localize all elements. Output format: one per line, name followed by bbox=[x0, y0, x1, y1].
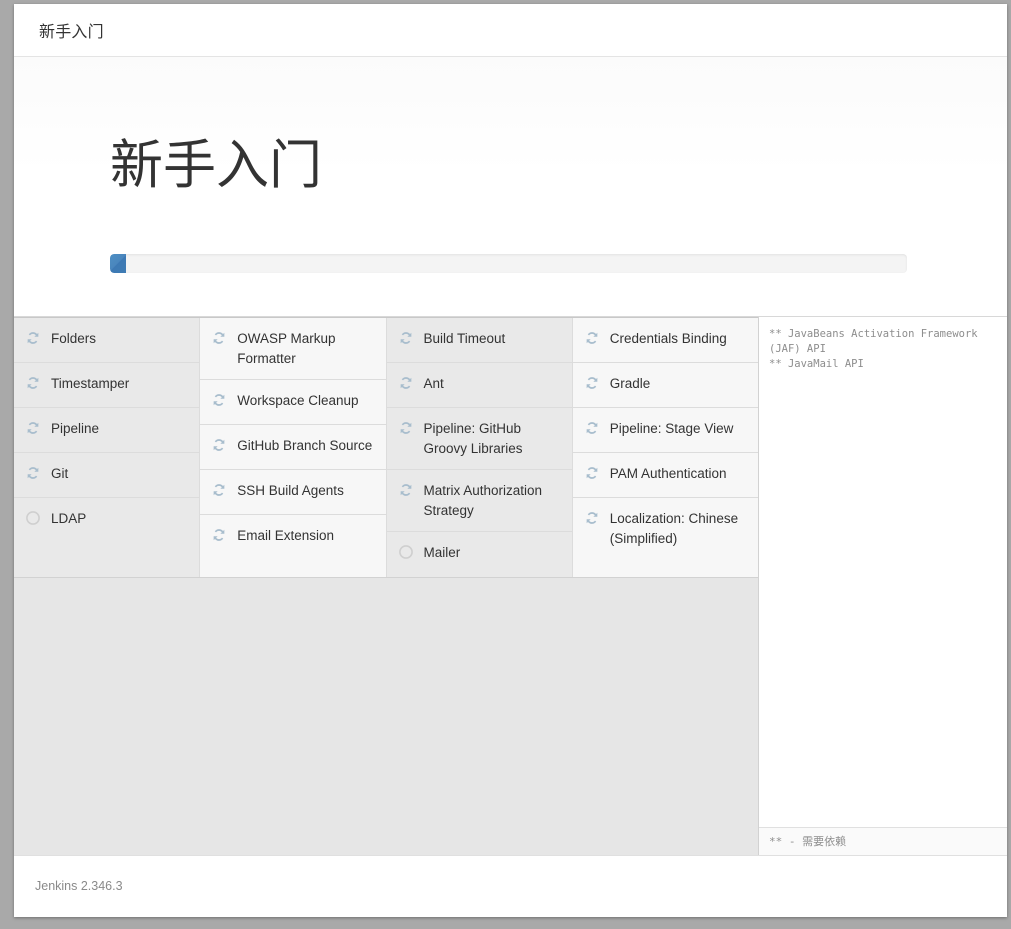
plugin-name-label: Pipeline: Stage View bbox=[610, 419, 750, 439]
plugin-name-label: Folders bbox=[51, 329, 191, 349]
plugin-row: Folders bbox=[14, 318, 199, 363]
plugin-row: Ant bbox=[387, 363, 572, 408]
refresh-icon bbox=[398, 330, 414, 346]
refresh-icon bbox=[398, 420, 414, 436]
refresh-icon bbox=[584, 420, 600, 436]
refresh-icon bbox=[211, 527, 227, 543]
refresh-icon bbox=[25, 330, 41, 346]
plugin-row: Workspace Cleanup bbox=[200, 380, 385, 425]
plugin-column: OWASP Markup Formatter Workspace Cleanup G… bbox=[199, 318, 385, 577]
plugin-row: LDAP bbox=[14, 498, 199, 543]
install-progress-bar bbox=[110, 254, 907, 273]
plugin-install-panel: Folders Timestamper Pipeline Git LDAP OWASP M… bbox=[14, 317, 758, 855]
plugin-row: Matrix Authorization Strategy bbox=[387, 470, 572, 532]
plugin-name-label: Git bbox=[51, 464, 191, 484]
plugin-name-label: Localization: Chinese (Simplified) bbox=[610, 509, 750, 548]
plugin-row: Git bbox=[14, 453, 199, 498]
plugin-row: SSH Build Agents bbox=[200, 470, 385, 515]
plugin-name-label: PAM Authentication bbox=[610, 464, 750, 484]
page-header: 新手入门 bbox=[14, 4, 1007, 57]
plugin-name-label: Pipeline bbox=[51, 419, 191, 439]
page-footer: Jenkins 2.346.3 bbox=[14, 855, 1007, 916]
plugin-name-label: LDAP bbox=[51, 509, 191, 529]
install-progress-fill bbox=[110, 254, 126, 273]
plugin-grid: Folders Timestamper Pipeline Git LDAP OWASP M… bbox=[14, 317, 758, 578]
refresh-icon bbox=[211, 437, 227, 453]
plugin-row: OWASP Markup Formatter bbox=[200, 318, 385, 380]
refresh-icon bbox=[25, 465, 41, 481]
install-log-panel: ** JavaBeans Activation Framework (JAF) … bbox=[758, 317, 1007, 855]
plugin-name-label: Credentials Binding bbox=[610, 329, 750, 349]
refresh-icon bbox=[211, 392, 227, 408]
plugin-row: GitHub Branch Source bbox=[200, 425, 385, 470]
plugin-name-label: Timestamper bbox=[51, 374, 191, 394]
refresh-icon bbox=[25, 420, 41, 436]
circle-icon bbox=[25, 510, 41, 526]
plugin-row: Pipeline bbox=[14, 408, 199, 453]
jenkins-version-label: Jenkins 2.346.3 bbox=[35, 879, 123, 893]
refresh-icon bbox=[584, 375, 600, 391]
refresh-icon bbox=[211, 330, 227, 346]
plugin-name-label: Email Extension bbox=[237, 526, 377, 546]
plugin-row: Pipeline: Stage View bbox=[573, 408, 758, 453]
refresh-icon bbox=[25, 375, 41, 391]
refresh-icon bbox=[398, 482, 414, 498]
setup-hero-section: 新手入门 bbox=[14, 57, 1007, 316]
plugin-column: Folders Timestamper Pipeline Git LDAP bbox=[14, 318, 199, 577]
plugin-row: Timestamper bbox=[14, 363, 199, 408]
refresh-icon bbox=[584, 465, 600, 481]
hero-title: 新手入门 bbox=[110, 136, 322, 197]
plugin-row: Localization: Chinese (Simplified) bbox=[573, 498, 758, 559]
plugin-name-label: Mailer bbox=[424, 543, 564, 563]
log-line: ** JavaMail API bbox=[769, 357, 997, 372]
log-footnote: ** - 需要依赖 bbox=[759, 827, 1007, 855]
refresh-icon bbox=[398, 375, 414, 391]
plugin-column: Build Timeout Ant Pipeline: GitHub Groovy … bbox=[386, 318, 572, 577]
plugin-row: Gradle bbox=[573, 363, 758, 408]
plugin-name-label: Build Timeout bbox=[424, 329, 564, 349]
plugin-row: Pipeline: GitHub Groovy Libraries bbox=[387, 408, 572, 470]
plugin-row: Build Timeout bbox=[387, 318, 572, 363]
plugin-column: Credentials Binding Gradle Pipeline: Stage… bbox=[572, 318, 758, 577]
setup-wizard-window: 新手入门 新手入门 Folders Timestamper Pipeline Git L… bbox=[14, 4, 1007, 917]
page-title: 新手入门 bbox=[39, 18, 104, 42]
plugin-name-label: Ant bbox=[424, 374, 564, 394]
plugin-row: Mailer bbox=[387, 532, 572, 577]
plugin-name-label: Pipeline: GitHub Groovy Libraries bbox=[424, 419, 564, 458]
plugin-name-label: OWASP Markup Formatter bbox=[237, 329, 377, 368]
setup-body: Folders Timestamper Pipeline Git LDAP OWASP M… bbox=[14, 316, 1007, 855]
plugin-name-label: Gradle bbox=[610, 374, 750, 394]
plugin-name-label: SSH Build Agents bbox=[237, 481, 377, 501]
plugin-name-label: Matrix Authorization Strategy bbox=[424, 481, 564, 520]
refresh-icon bbox=[211, 482, 227, 498]
log-line: ** JavaBeans Activation Framework (JAF) … bbox=[769, 327, 997, 357]
plugin-row: PAM Authentication bbox=[573, 453, 758, 498]
plugin-row: Credentials Binding bbox=[573, 318, 758, 363]
plugin-name-label: GitHub Branch Source bbox=[237, 436, 377, 456]
plugin-name-label: Workspace Cleanup bbox=[237, 391, 377, 411]
plugin-row: Email Extension bbox=[200, 515, 385, 560]
install-log-output[interactable]: ** JavaBeans Activation Framework (JAF) … bbox=[759, 317, 1007, 827]
refresh-icon bbox=[584, 330, 600, 346]
circle-icon bbox=[398, 544, 414, 560]
refresh-icon bbox=[584, 510, 600, 526]
